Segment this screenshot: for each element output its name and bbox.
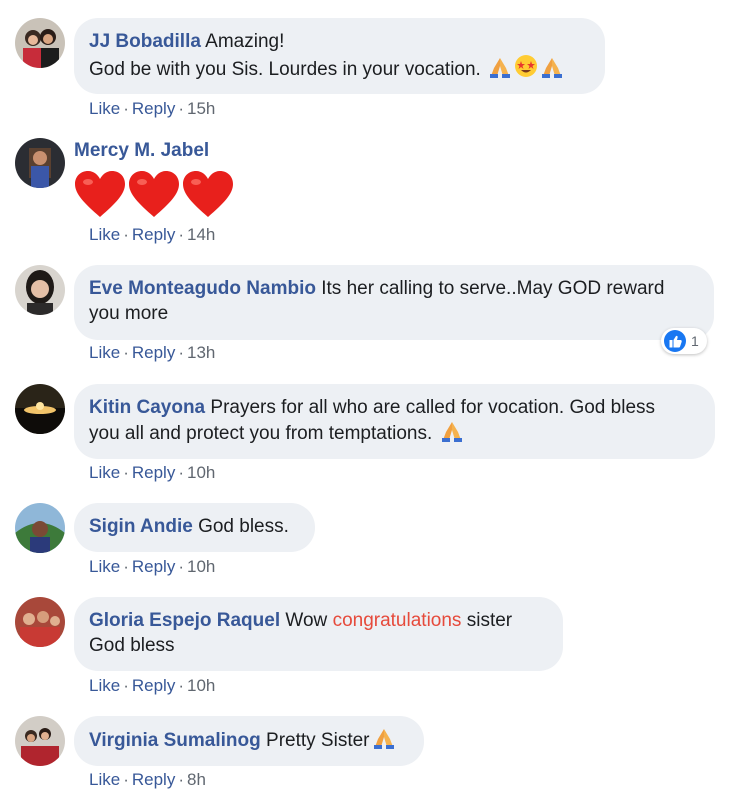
comment-text: Pretty Sister <box>266 730 370 751</box>
separator: · <box>178 770 184 789</box>
comment-bubble: Eve Monteagudo Nambio Its her calling to… <box>74 265 714 340</box>
avatar[interactable] <box>15 716 65 766</box>
emoji-row <box>74 170 234 225</box>
pray-icon <box>540 56 564 78</box>
comment-text: Its her calling to serve..May GOD reward <box>321 278 665 299</box>
author-name[interactable]: Eve Monteagudo Nambio <box>89 278 316 299</box>
comment-bubble: JJ Bobadilla Amazing! God be with you Si… <box>74 18 605 94</box>
comment-bubble: Sigin Andie God bless. <box>74 503 315 552</box>
separator: · <box>123 557 129 576</box>
like-link[interactable]: Like <box>89 463 120 482</box>
separator: · <box>178 99 184 118</box>
reaction-count: 1 <box>691 333 699 349</box>
avatar[interactable] <box>15 384 65 434</box>
timestamp[interactable]: 8h <box>187 770 206 789</box>
reply-link[interactable]: Reply <box>132 557 175 576</box>
comment-actions: Like · Reply · 15h <box>89 99 215 119</box>
reply-link[interactable]: Reply <box>132 676 175 695</box>
comment-actions: Like · Reply · 13h <box>89 343 215 363</box>
author-name[interactable]: Gloria Espejo Raquel <box>89 610 280 631</box>
comment-text: God be with you Sis. Lourdes in your voc… <box>89 59 481 80</box>
comment-actions: Like · Reply · 10h <box>89 463 215 483</box>
comment-text: Wow <box>285 610 328 631</box>
like-link[interactable]: Like <box>89 557 120 576</box>
author-name[interactable]: Sigin Andie <box>89 516 193 537</box>
separator: · <box>178 463 184 482</box>
timestamp[interactable]: 15h <box>187 99 215 118</box>
comment-text: you all and protect you from temptations… <box>89 423 433 444</box>
comment-text: God bless <box>89 635 175 656</box>
like-link[interactable]: Like <box>89 676 120 695</box>
avatar[interactable] <box>15 597 65 647</box>
comment-bubble: Virginia Sumalinog Pretty Sister <box>74 716 424 766</box>
pray-icon <box>372 727 396 749</box>
separator: · <box>123 770 129 789</box>
reply-link[interactable]: Reply <box>132 463 175 482</box>
separator: · <box>123 99 129 118</box>
comment-text: you more <box>89 303 169 324</box>
separator: · <box>123 225 129 244</box>
comment-text: God bless. <box>198 516 289 537</box>
avatar[interactable] <box>15 503 65 553</box>
avatar[interactable] <box>15 18 65 68</box>
timestamp[interactable]: 10h <box>187 676 215 695</box>
separator: · <box>123 676 129 695</box>
comment-text: Amazing! <box>205 31 285 52</box>
pray-icon <box>440 420 464 442</box>
comment-text: Prayers for all who are called for vocat… <box>210 397 656 418</box>
separator: · <box>123 463 129 482</box>
timestamp[interactable]: 14h <box>187 225 215 244</box>
comment-actions: Like · Reply · 8h <box>89 770 206 790</box>
separator: · <box>178 676 184 695</box>
red-heart-icon <box>128 170 180 225</box>
star-struck-icon <box>514 54 538 78</box>
comment-bubble: Gloria Espejo Raquel Wow congratulations… <box>74 597 563 671</box>
separator: · <box>123 343 129 362</box>
reply-link[interactable]: Reply <box>132 99 175 118</box>
red-heart-icon <box>74 170 126 225</box>
timestamp[interactable]: 10h <box>187 463 215 482</box>
author-name[interactable]: JJ Bobadilla <box>89 31 201 52</box>
separator: · <box>178 343 184 362</box>
like-link[interactable]: Like <box>89 343 120 362</box>
like-link[interactable]: Like <box>89 770 120 789</box>
comment-actions: Like · Reply · 14h <box>89 225 215 245</box>
author-name[interactable]: Virginia Sumalinog <box>89 730 261 751</box>
red-heart-icon <box>182 170 234 225</box>
separator: · <box>178 225 184 244</box>
author-name[interactable]: Mercy M. Jabel <box>74 140 209 161</box>
author-name[interactable]: Kitin Cayona <box>89 397 205 418</box>
comment-bubble: Mercy M. Jabel <box>74 138 209 163</box>
like-link[interactable]: Like <box>89 225 120 244</box>
timestamp[interactable]: 13h <box>187 343 215 362</box>
like-link[interactable]: Like <box>89 99 120 118</box>
comment-actions: Like · Reply · 10h <box>89 557 215 577</box>
highlighted-word[interactable]: congratulations <box>333 610 462 631</box>
comment-bubble: Kitin Cayona Prayers for all who are cal… <box>74 384 715 459</box>
timestamp[interactable]: 10h <box>187 557 215 576</box>
reply-link[interactable]: Reply <box>132 225 175 244</box>
comment-text: sister <box>466 610 513 631</box>
reply-link[interactable]: Reply <box>132 770 175 789</box>
reaction-count-badge[interactable]: 1 <box>661 328 707 354</box>
reply-link[interactable]: Reply <box>132 343 175 362</box>
avatar[interactable] <box>15 265 65 315</box>
avatar[interactable] <box>15 138 65 188</box>
separator: · <box>178 557 184 576</box>
comment-actions: Like · Reply · 10h <box>89 676 215 696</box>
thumbs-up-icon <box>664 330 686 352</box>
pray-icon <box>488 56 512 78</box>
